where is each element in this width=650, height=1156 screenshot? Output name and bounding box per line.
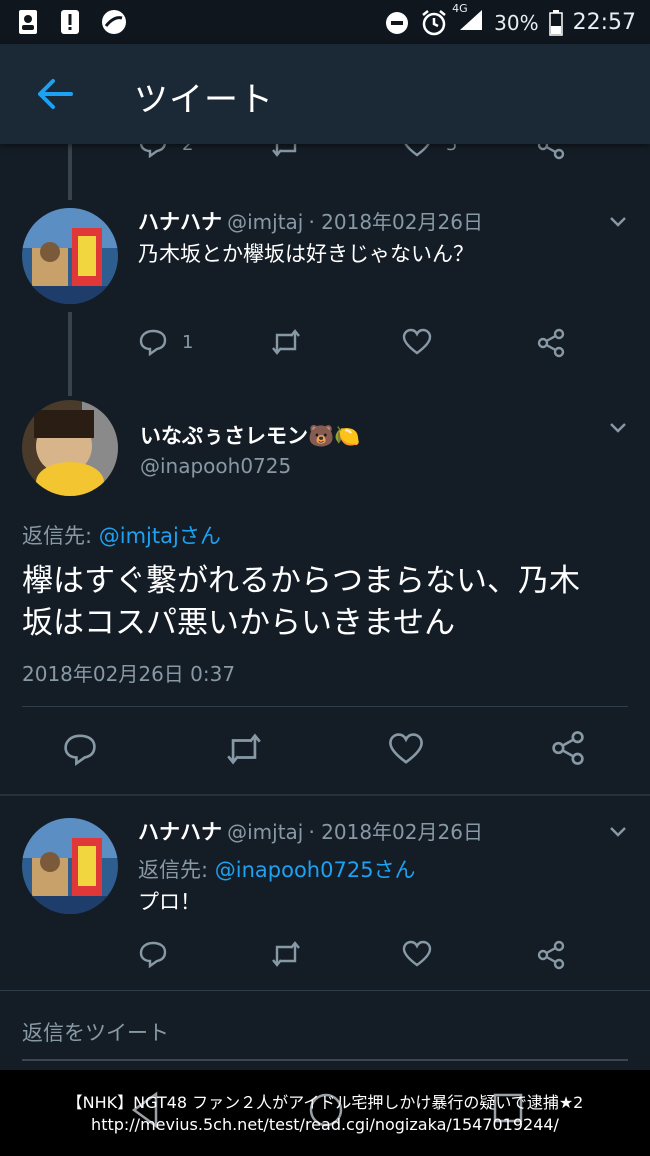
retweet-icon[interactable] [224, 732, 264, 766]
reply-icon[interactable] [62, 732, 98, 766]
reply-to-link[interactable]: @inapooh0725さん [215, 858, 416, 882]
avatar-image [22, 208, 118, 304]
reply-count: 1 [182, 331, 194, 353]
avatar[interactable] [22, 400, 118, 496]
alarm-icon [422, 9, 446, 35]
tweet-date: · 2018年02月26日 [308, 210, 483, 234]
handle[interactable]: @imjtaj [227, 820, 303, 844]
status-left-icons [16, 8, 128, 36]
app-logo-icon [102, 10, 126, 34]
display-name[interactable]: ハナハナ [138, 820, 222, 844]
retweet-icon[interactable] [270, 328, 302, 356]
navigation-bar: 【NHK】NGT48 ファン２人がアイドル宅押しかけ暴行の疑いで逮捕★2 htt… [0, 1070, 650, 1156]
avatar-image [22, 818, 118, 914]
reply-to-line: 返信先: @inapooh0725さん [138, 854, 416, 884]
chevron-down-icon[interactable] [608, 822, 628, 842]
battery-percent: 30% [494, 10, 539, 35]
focused-tweet: いなぷぅさレモン🐻🍋 @inapooh0725 返信先: @imjtajさん 欅… [0, 396, 650, 796]
avatar[interactable] [22, 818, 118, 914]
network-type: 4G [452, 2, 468, 15]
heart-icon[interactable] [402, 940, 432, 968]
heart-icon[interactable] [402, 328, 432, 356]
handle[interactable]: @imjtaj [227, 210, 303, 234]
action-row: 1 [138, 328, 578, 360]
reply-icon[interactable] [138, 940, 168, 968]
tweet-text: プロ！ [138, 890, 201, 914]
tweet-header: ハナハナ @imjtaj · 2018年02月26日 [138, 816, 483, 846]
overlay-caption: 【NHK】NGT48 ファン２人がアイドル宅押しかけ暴行の疑いで逮捕★2 htt… [0, 1092, 650, 1136]
avatar-image [22, 400, 118, 496]
heart-icon[interactable] [388, 732, 424, 766]
alert-icon [61, 10, 79, 34]
display-name[interactable]: ハナハナ [138, 210, 222, 234]
display-name[interactable]: いなぷぅさレモン🐻🍋 [140, 420, 360, 450]
battery-icon [548, 9, 563, 36]
thread-connector [68, 144, 72, 200]
clock: 22:57 [572, 10, 636, 35]
reply-to-line: 返信先: @imjtajさん [22, 520, 221, 550]
tweet-text: 欅はすぐ繋がれるからつまらない、乃木 坂はコスパ悪いからいきません [22, 560, 580, 644]
tweet-card[interactable]: ハナハナ @imjtaj · 2018年02月26日 返信先: @inapooh… [0, 812, 650, 988]
status-right: 4G 30% 22:57 [384, 2, 636, 37]
tweet-date: · 2018年02月26日 [308, 820, 483, 844]
tweet-text-line: 坂はコスパ悪いからいきません [22, 605, 456, 641]
caption-url: http://mevius.5ch.net/test/read.cgi/nogi… [91, 1115, 559, 1134]
reply-icon [139, 329, 167, 356]
share-icon[interactable] [536, 328, 566, 358]
tweet-timestamp: 2018年02月26日 0:37 [22, 662, 236, 686]
retweet-icon[interactable] [270, 940, 302, 968]
tweet-card[interactable]: ハナハナ @imjtaj · 2018年02月26日 乃木坂とか欅坂は好きじゃな… [0, 200, 650, 396]
app-header: ツイート [0, 44, 650, 144]
handle[interactable]: @inapooh0725 [140, 454, 291, 478]
caption-title: 【NHK】NGT48 ファン２人がアイドル宅押しかけ暴行の疑いで逮捕★2 [66, 1093, 584, 1112]
divider [22, 706, 628, 707]
reply-to-prefix: 返信先: [22, 524, 99, 548]
reply-to-prefix: 返信先: [138, 858, 215, 882]
tweet-header: ハナハナ @imjtaj · 2018年02月26日 [138, 206, 483, 236]
signal-indicator: 4G [452, 2, 484, 37]
reply-action[interactable]: 1 [138, 328, 193, 356]
status-bar: 4G 30% 22:57 [0, 0, 650, 44]
do-not-disturb-icon [386, 11, 409, 34]
chevron-down-icon[interactable] [608, 212, 628, 232]
share-icon[interactable] [536, 940, 566, 970]
contacts-icon [19, 10, 37, 34]
share-icon[interactable] [550, 730, 586, 766]
action-row [138, 940, 578, 972]
thread-connector [68, 312, 72, 396]
avatar[interactable] [22, 208, 118, 304]
reply-input[interactable]: 返信をツイート [22, 1017, 169, 1047]
section-divider [0, 794, 650, 796]
back-arrow-icon[interactable] [36, 78, 74, 110]
tweet-text-line: 欅はすぐ繋がれるからつまらない、乃木 [22, 563, 580, 599]
tweet-text: 乃木坂とか欅坂は好きじゃないん？ [138, 242, 474, 266]
reply-to-link[interactable]: @imjtajさん [99, 524, 221, 548]
chevron-down-icon[interactable] [608, 418, 628, 438]
reply-input-underline [22, 1059, 628, 1061]
page-title: ツイート [134, 80, 274, 120]
reply-bar: 返信をツイート [0, 990, 650, 1071]
